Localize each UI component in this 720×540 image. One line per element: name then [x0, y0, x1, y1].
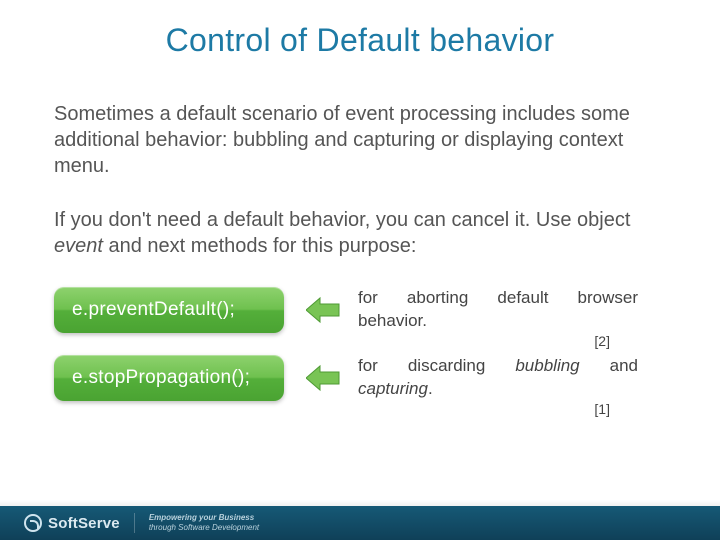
method-desc-text: for aborting default browser behavior.	[358, 288, 638, 330]
footer-tagline-bottom: through Software Development	[149, 523, 259, 533]
footer-brand: SoftServe	[48, 515, 120, 532]
arrow-left-icon	[306, 295, 340, 325]
method-desc-em1: bubbling	[515, 356, 579, 375]
logo-icon	[24, 514, 42, 532]
footer-tagline: Empowering your Business through Softwar…	[149, 513, 259, 532]
paragraph-2-em: event	[54, 235, 103, 257]
paragraph-1: Sometimes a default scenario of event pr…	[0, 101, 720, 179]
method-desc-em2: capturing	[358, 379, 428, 398]
footer-bar: SoftServe Empowering your Business throu…	[0, 506, 720, 540]
paragraph-2-a: If you don't need a default behavior, yo…	[54, 209, 630, 231]
paragraph-2: If you don't need a default behavior, yo…	[0, 207, 720, 259]
method-desc-a: for discarding	[358, 356, 515, 375]
method-row: e.preventDefault(); for aborting default…	[54, 287, 666, 333]
method-ref: [1]	[594, 400, 610, 419]
method-pill-stoppropagation: e.stopPropagation();	[54, 355, 284, 401]
method-ref: [2]	[594, 332, 610, 351]
method-desc: for aborting default browser behavior. […	[358, 287, 638, 333]
paragraph-2-b: and next methods for this purpose:	[103, 235, 417, 257]
slide-title: Control of Default behavior	[0, 0, 720, 59]
methods-list: e.preventDefault(); for aborting default…	[0, 287, 720, 401]
arrow-left-icon	[306, 363, 340, 393]
method-desc-mid: and	[580, 356, 638, 375]
footer-divider	[134, 513, 135, 533]
method-desc: for discarding bubbling and capturing. […	[358, 355, 638, 401]
method-row: e.stopPropagation(); for discarding bubb…	[54, 355, 666, 401]
method-pill-preventdefault: e.preventDefault();	[54, 287, 284, 333]
method-desc-end: .	[428, 379, 433, 398]
footer-tagline-top: Empowering your Business	[149, 513, 259, 523]
